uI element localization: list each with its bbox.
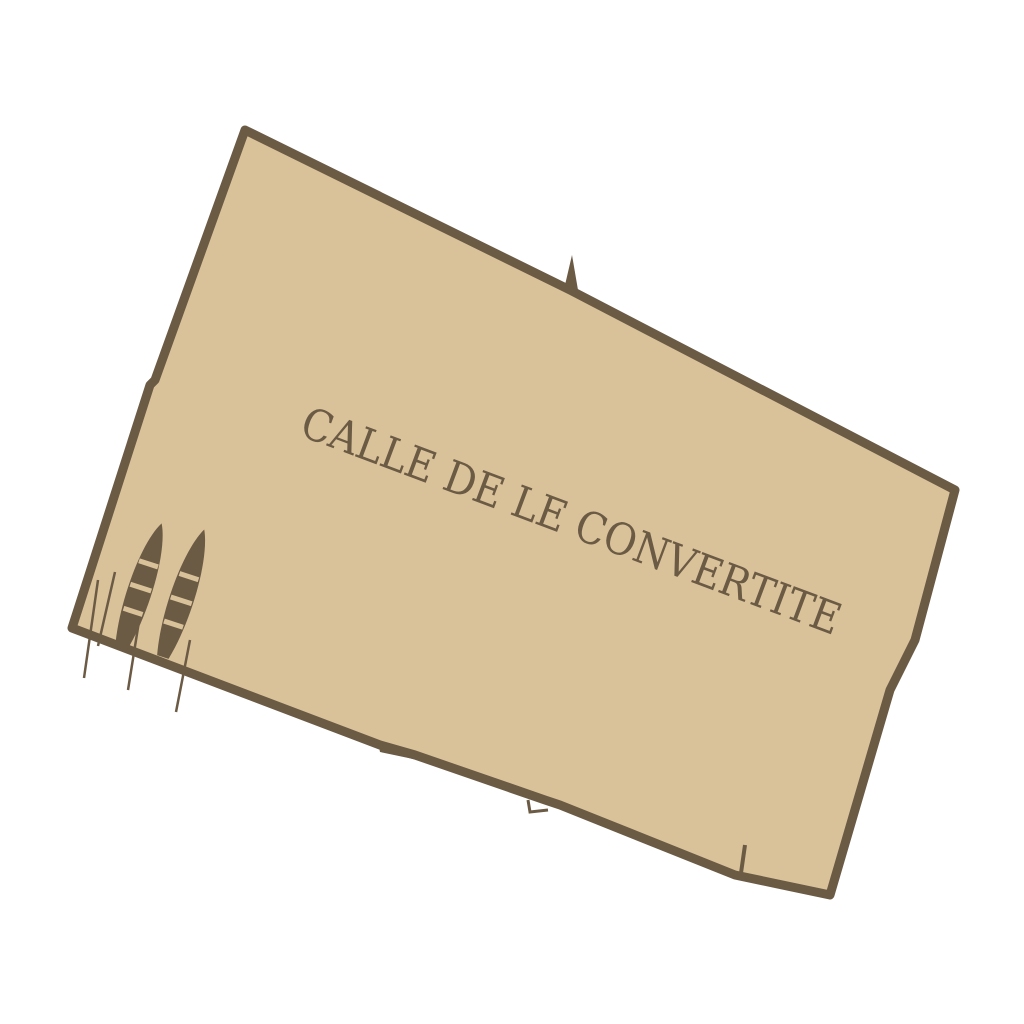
map-canvas: CALLE DE LE CONVERTITE	[67, 125, 960, 900]
map-fragment: CALLE DE LE CONVERTITE	[0, 0, 1024, 1024]
parcel-notch-top	[565, 255, 578, 290]
